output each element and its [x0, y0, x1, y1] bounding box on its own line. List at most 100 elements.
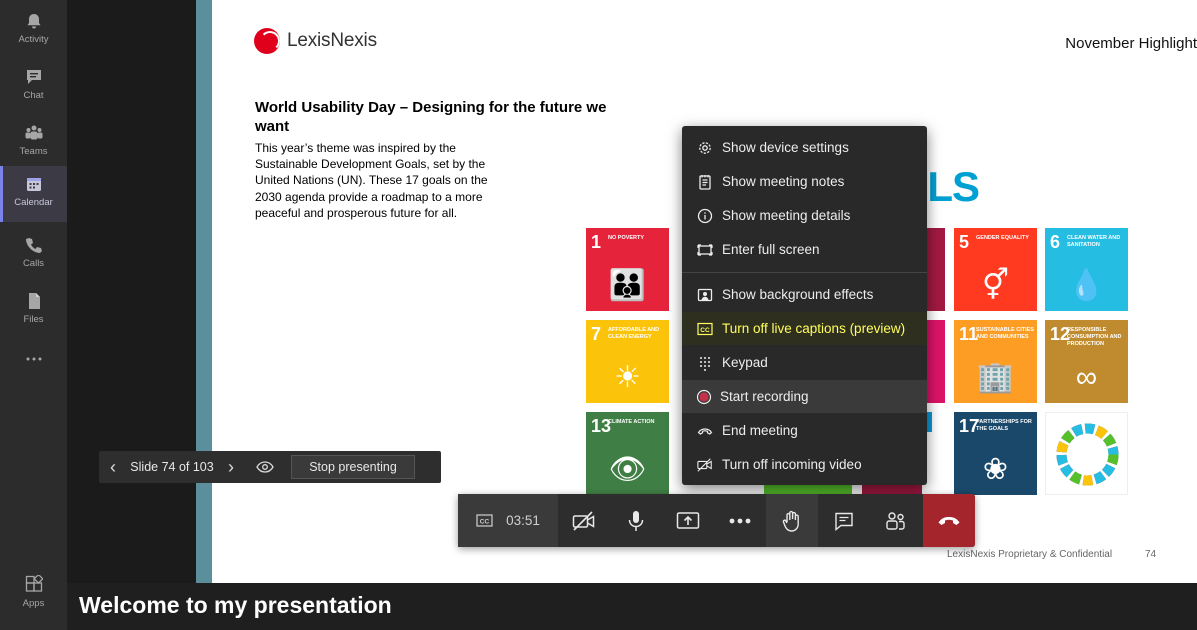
cc-icon: CC — [697, 322, 713, 335]
menu-item-label: Turn off incoming video — [722, 457, 862, 472]
mic-toggle-button[interactable] — [610, 494, 662, 547]
menu-item-end-meeting[interactable]: End meeting — [682, 414, 927, 447]
tile-number: 6 — [1050, 232, 1061, 252]
menu-item-keypad[interactable]: Keypad — [682, 346, 927, 379]
live-caption-bar: Welcome to my presentation — [67, 583, 1197, 630]
info-icon — [697, 208, 713, 223]
sdg-tile: 12 RESPONSIBLE CONSUMPTION AND PRODUCTIO… — [1045, 320, 1128, 403]
menu-item-label: Show background effects — [722, 287, 874, 302]
phone-icon — [25, 238, 42, 253]
rail-label: Activity — [18, 34, 49, 45]
hangup-icon — [938, 516, 960, 525]
cc-icon: CC — [476, 514, 493, 527]
teams-icon — [25, 125, 42, 140]
rail-item-calendar[interactable]: Calendar — [0, 166, 67, 222]
sdg-tile: 13 CLIMATE ACTION 👁 — [586, 412, 669, 495]
menu-item-live-captions[interactable]: CC Turn off live captions (preview) — [682, 312, 927, 345]
more-icon — [26, 357, 41, 361]
bell-icon — [26, 14, 41, 29]
rail-item-files[interactable]: Files — [0, 283, 67, 339]
rail-item-chat[interactable]: Chat — [0, 59, 67, 115]
calendar-icon — [26, 178, 41, 191]
camera-toggle-button[interactable] — [558, 494, 610, 547]
infinity-icon: ∞ — [1075, 361, 1098, 394]
participants-button[interactable] — [870, 494, 922, 547]
menu-item-label: Show meeting notes — [722, 174, 845, 189]
menu-item-meeting-details[interactable]: Show meeting details — [682, 199, 927, 232]
sdg-tile: 11 SUSTAINABLE CITIES AND COMMUNITIES 🏢 — [954, 320, 1037, 403]
sdg-tile: 1 NO POVERTY 👪 — [586, 228, 669, 311]
rail-label: Chat — [23, 90, 44, 101]
tile-name: AFFORDABLE AND CLEAN ENERGY — [608, 327, 660, 340]
eye-icon — [256, 461, 274, 473]
tile-number: 7 — [591, 324, 602, 344]
raise-hand-icon — [782, 510, 799, 532]
rail-item-teams[interactable]: Teams — [0, 115, 67, 171]
more-icon — [729, 518, 751, 523]
tile-name: GENDER EQUALITY — [976, 235, 1029, 241]
live-caption-text: Welcome to my presentation — [79, 592, 392, 618]
tile-number: 1 — [591, 232, 602, 252]
slide-counter: Slide 74 of 103 — [130, 460, 214, 474]
call-controls-bar: CC 03:51 — [458, 494, 975, 547]
sun-icon: ☀ — [614, 361, 641, 394]
menu-item-full-screen[interactable]: Enter full screen — [682, 233, 927, 266]
chat-icon — [26, 70, 41, 84]
video-off-icon — [697, 457, 712, 472]
menu-item-label: End meeting — [722, 423, 798, 438]
sdg-tile-partial — [862, 485, 922, 494]
eye-globe-icon: 👁 — [608, 453, 647, 486]
notes-icon — [699, 174, 711, 190]
sdg-tile-partial — [927, 412, 932, 432]
apps-icon — [25, 575, 43, 592]
next-slide-button[interactable]: › — [217, 457, 245, 478]
menu-item-start-recording[interactable]: Start recording — [682, 380, 927, 413]
call-status: CC 03:51 — [458, 494, 558, 547]
private-view-button[interactable] — [245, 461, 285, 473]
mic-icon — [628, 510, 644, 531]
slide-title: World Usability Day – Designing for the … — [255, 99, 607, 135]
more-actions-menu: Show device settings Show meeting notes … — [682, 126, 927, 485]
sdg-tile-partial — [927, 320, 945, 403]
sdg-tile-partial — [764, 485, 852, 494]
menu-item-background-effects[interactable]: Show background effects — [682, 278, 927, 311]
rail-item-activity[interactable]: Activity — [0, 3, 67, 59]
leave-call-button[interactable] — [923, 494, 975, 547]
menu-item-label: Turn off live captions (preview) — [722, 321, 906, 336]
tile-name: CLIMATE ACTION — [608, 419, 655, 425]
share-button[interactable] — [662, 494, 714, 547]
fullscreen-icon — [697, 243, 713, 256]
rail-label: Apps — [22, 598, 45, 609]
raise-hand-button[interactable] — [766, 494, 818, 547]
end-call-icon — [697, 427, 713, 435]
record-icon — [696, 389, 712, 404]
menu-item-label: Show device settings — [722, 140, 849, 155]
menu-item-device-settings[interactable]: Show device settings — [682, 131, 927, 164]
app-rail: Activity Chat Teams Calendar Calls Files — [0, 0, 67, 630]
previous-slide-button[interactable]: ‹ — [99, 457, 127, 478]
rail-label: Calls — [22, 258, 45, 269]
menu-item-label: Start recording — [720, 389, 809, 404]
menu-item-meeting-notes[interactable]: Show meeting notes — [682, 165, 927, 198]
sdg-tile: 5 GENDER EQUALITY ⚥ — [954, 228, 1037, 311]
gender-icon: ⚥ — [981, 269, 1010, 302]
stop-presenting-button[interactable]: Stop presenting — [291, 455, 415, 479]
rail-item-calls[interactable]: Calls — [0, 227, 67, 283]
menu-divider — [682, 272, 927, 273]
menu-item-incoming-video[interactable]: Turn off incoming video — [682, 448, 927, 481]
file-icon — [28, 293, 40, 309]
more-actions-button[interactable] — [714, 494, 766, 547]
camera-off-icon — [572, 510, 595, 531]
city-icon: 🏢 — [976, 361, 1015, 394]
slide-navigation-bar: ‹ Slide 74 of 103 › Stop presenting — [99, 451, 441, 483]
chat-button[interactable] — [818, 494, 870, 547]
tile-name: PARTNERSHIPS FOR THE GOALS — [976, 419, 1032, 432]
rail-item-more[interactable] — [0, 341, 67, 381]
water-drop-icon: 💧 — [1067, 269, 1106, 302]
sdg-tile: 17 PARTNERSHIPS FOR THE GOALS ❀ — [954, 412, 1037, 495]
family-icon: 👪 — [608, 269, 647, 302]
rail-item-apps[interactable]: Apps — [0, 575, 67, 609]
slide-footer: LexisNexis Proprietary & Confidential — [947, 549, 1113, 560]
background-effects-icon — [697, 288, 713, 301]
rail-label: Teams — [19, 146, 48, 157]
